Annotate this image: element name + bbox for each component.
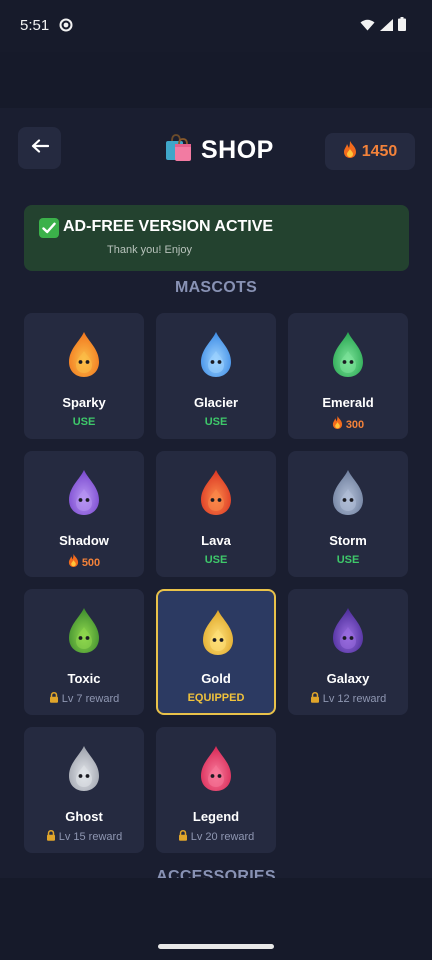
mascot-status[interactable]: USE	[156, 554, 276, 566]
wifi-icon	[360, 18, 375, 36]
section-title-accessories: ACCESSORIES	[156, 868, 276, 878]
mascot-status-text: Lv 12 reward	[322, 693, 387, 705]
mascot-status-text: USE	[336, 554, 360, 566]
mascot-status: Lv 20 reward	[156, 830, 276, 844]
mascot-name: Sparky	[62, 395, 106, 410]
mascot-flame-icon	[66, 331, 102, 379]
mascot-card-storm[interactable]: Storm USE	[288, 451, 408, 577]
mascot-flame-icon	[198, 745, 234, 793]
page-title-wrap: SHOP	[162, 132, 274, 168]
mascot-card-legend[interactable]: Legend Lv 20 reward	[156, 727, 276, 853]
shopping-bags-icon	[162, 132, 193, 168]
mascot-name: Gold	[201, 671, 231, 686]
mascot-status-text: Lv 7 reward	[61, 693, 120, 705]
mascot-status-text: Lv 15 reward	[58, 831, 123, 843]
page-title: SHOP	[201, 135, 274, 164]
adfree-subtitle: Thank you! Enjoy	[107, 244, 192, 256]
mascot-status: Lv 7 reward	[24, 692, 144, 706]
mascot-name: Shadow	[59, 533, 109, 548]
mascot-status: 300	[288, 416, 408, 432]
mascot-status-text: 500	[81, 557, 101, 569]
mascot-status[interactable]: USE	[24, 416, 144, 428]
battery-icon	[398, 17, 406, 36]
mascot-name: Ghost	[65, 809, 103, 824]
mascot-status-text: EQUIPPED	[187, 692, 245, 704]
mascot-status[interactable]: USE	[156, 416, 276, 428]
fire-icon	[343, 140, 357, 163]
mascot-card-sparky[interactable]: Sparky USE	[24, 313, 144, 439]
app-top-band	[0, 52, 432, 108]
home-indicator[interactable]	[158, 944, 274, 949]
checkmark-icon	[39, 218, 59, 238]
mascot-flame-icon	[66, 469, 102, 517]
lock-icon	[178, 830, 188, 844]
mascot-flame-icon	[330, 331, 366, 379]
back-arrow-icon	[31, 138, 49, 158]
lock-icon	[49, 692, 59, 706]
mascot-card-toxic[interactable]: Toxic Lv 7 reward	[24, 589, 144, 715]
mascot-flame-icon	[66, 607, 102, 655]
status-icons	[360, 17, 406, 36]
mascot-status-text: USE	[72, 416, 96, 428]
signal-icon	[380, 18, 393, 36]
mascot-name: Lava	[201, 533, 231, 548]
mascot-name: Galaxy	[326, 671, 370, 686]
lock-icon	[46, 830, 56, 844]
lock-icon	[310, 692, 320, 706]
mascot-card-emerald[interactable]: Emerald 300	[288, 313, 408, 439]
back-button[interactable]	[18, 127, 61, 169]
mascot-card-shadow[interactable]: Shadow 500	[24, 451, 144, 577]
mascot-flame-icon	[198, 331, 234, 379]
section-title-mascots: MASCOTS	[174, 279, 258, 296]
mascot-card-lava[interactable]: Lava USE	[156, 451, 276, 577]
mascot-card-ghost[interactable]: Ghost Lv 15 reward	[24, 727, 144, 853]
status-bar: 5:51	[0, 0, 432, 52]
mascot-flame-icon	[330, 607, 366, 655]
mascot-status: EQUIPPED	[158, 692, 274, 704]
mascot-status-text: USE	[204, 416, 228, 428]
adfree-banner: AD-FREE VERSION ACTIVE Thank you! Enjoy	[24, 205, 409, 271]
status-time: 5:51	[20, 17, 50, 34]
shop-screen: SHOP 1450 AD-FREE VERSION ACTIVE Thank y…	[0, 108, 432, 878]
mascot-flame-icon	[200, 609, 236, 657]
mascot-card-glacier[interactable]: Glacier USE	[156, 313, 276, 439]
mascot-flame-icon	[330, 469, 366, 517]
mascot-status: Lv 15 reward	[24, 830, 144, 844]
mascot-flame-icon	[66, 745, 102, 793]
mascot-flame-icon	[198, 469, 234, 517]
mascot-status: 500	[24, 554, 144, 570]
mascot-card-gold[interactable]: Gold EQUIPPED	[156, 589, 276, 715]
mascot-name: Emerald	[322, 395, 374, 410]
coin-count: 1450	[361, 142, 398, 160]
mascot-name: Glacier	[193, 395, 239, 410]
mascot-status-text: USE	[204, 554, 228, 566]
fire-icon	[68, 554, 79, 570]
mascot-name: Storm	[329, 533, 367, 548]
mascot-card-galaxy[interactable]: Galaxy Lv 12 reward	[288, 589, 408, 715]
coin-balance: 1450	[325, 133, 415, 170]
mascot-status-text: Lv 20 reward	[190, 831, 255, 843]
mascot-status: Lv 12 reward	[288, 692, 408, 706]
mascot-status-text: 300	[345, 419, 365, 431]
notification-icon	[59, 18, 73, 32]
mascot-name: Toxic	[67, 671, 101, 686]
mascot-status[interactable]: USE	[288, 554, 408, 566]
mascot-name: Legend	[192, 809, 240, 824]
fire-icon	[332, 416, 343, 432]
adfree-title: AD-FREE VERSION ACTIVE	[63, 218, 274, 235]
